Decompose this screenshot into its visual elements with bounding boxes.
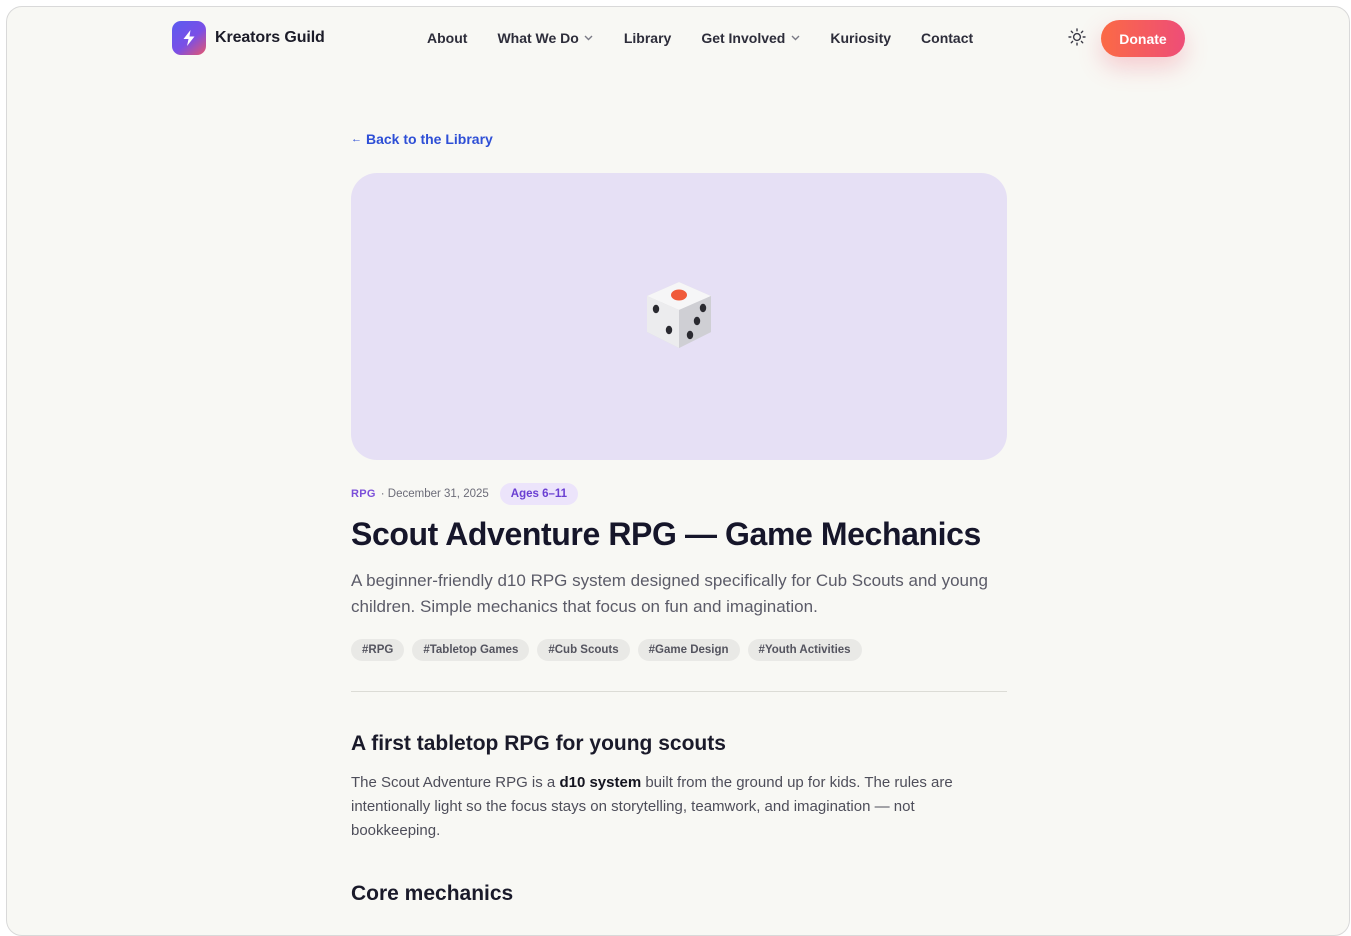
nav-item-contact[interactable]: Contact bbox=[906, 27, 988, 49]
article-meta: RPG · December 31, 2025 Ages 6–11 bbox=[351, 483, 579, 505]
nav-item-label: Library bbox=[623, 30, 672, 46]
arrow-left-icon: ← bbox=[351, 133, 362, 145]
nav-item-label: What We Do bbox=[497, 30, 579, 46]
tag-chip[interactable]: #RPG bbox=[351, 639, 405, 661]
tag-chip[interactable]: #Game Design bbox=[637, 639, 740, 661]
section-paragraph: The Scout Adventure RPG is a d10 system … bbox=[351, 771, 1001, 843]
donate-button[interactable]: Donate bbox=[1101, 20, 1185, 57]
tag-chip[interactable]: #Tabletop Games bbox=[412, 639, 530, 661]
site-header: Kreators Guild About What We Do Library … bbox=[7, 7, 1349, 71]
page-frame: Kreators Guild About What We Do Library … bbox=[6, 6, 1350, 936]
article-title: Scout Adventure RPG — Game Mechanics bbox=[351, 516, 981, 552]
nav-item-library[interactable]: Library bbox=[609, 27, 686, 49]
tag-chip[interactable]: #Youth Activities bbox=[747, 639, 862, 661]
nav-item-label: About bbox=[427, 30, 468, 46]
theme-toggle-button[interactable] bbox=[1065, 27, 1089, 51]
back-link-label: Back to the Library bbox=[366, 131, 493, 147]
nav-item-kuriosity[interactable]: Kuriosity bbox=[815, 27, 906, 49]
article-subtitle: A beginner-friendly d10 RPG system desig… bbox=[351, 571, 988, 616]
divider bbox=[351, 691, 1007, 692]
nav-item-label: Get Involved bbox=[701, 30, 786, 46]
tag-chip[interactable]: #Cub Scouts bbox=[537, 639, 630, 661]
hero-banner bbox=[351, 173, 1007, 460]
dice-icon bbox=[641, 276, 717, 357]
nav-item-label: Contact bbox=[921, 30, 974, 46]
back-to-library-link[interactable]: ← Back to the Library bbox=[351, 131, 493, 147]
section-heading: Core mechanics bbox=[351, 882, 514, 905]
paragraph-bold-text: d10 system bbox=[559, 774, 642, 791]
age-badge: Ages 6–11 bbox=[499, 483, 579, 505]
chevron-down-icon bbox=[584, 33, 594, 43]
nav-item-what-we-do[interactable]: What We Do bbox=[482, 27, 608, 49]
brand-name: Kreators Guild bbox=[215, 29, 325, 46]
lightning-bolt-logo-icon bbox=[172, 21, 206, 55]
section-heading: A first tabletop RPG for young scouts bbox=[351, 732, 726, 755]
nav-item-about[interactable]: About bbox=[412, 27, 482, 49]
main-nav: About What We Do Library Get Involved Ku… bbox=[412, 27, 988, 49]
tag-list: #RPG #Tabletop Games #Cub Scouts #Game D… bbox=[351, 639, 862, 661]
publish-date: · December 31, 2025 bbox=[380, 488, 489, 500]
nav-item-label: Kuriosity bbox=[830, 30, 892, 46]
nav-item-get-involved[interactable]: Get Involved bbox=[686, 27, 815, 49]
chevron-down-icon bbox=[790, 33, 800, 43]
brand-link[interactable]: Kreators Guild bbox=[172, 21, 325, 55]
category-label[interactable]: RPG bbox=[351, 488, 376, 500]
paragraph-text: The Scout Adventure RPG is a bbox=[351, 774, 560, 791]
sun-icon bbox=[1068, 27, 1086, 51]
